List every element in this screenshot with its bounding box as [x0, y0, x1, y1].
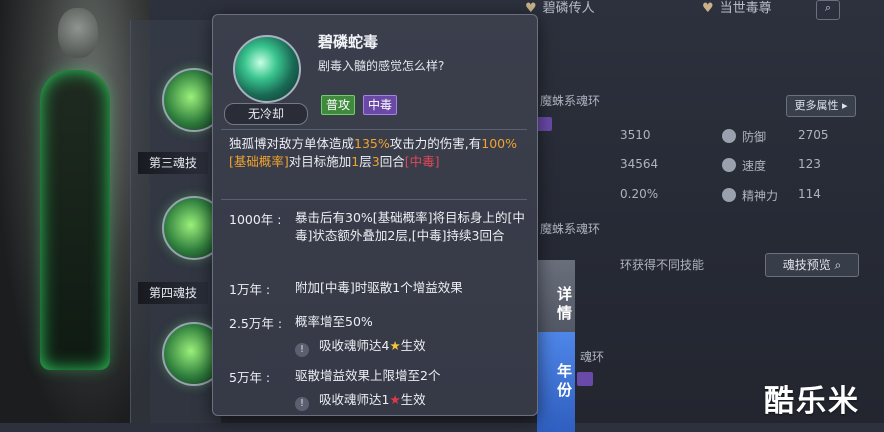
tier-content-25000: 概率增至50% [295, 314, 373, 329]
desc-text: 回合 [379, 154, 405, 169]
soul-ring-line-1: 魔蛛系魂环 [540, 94, 601, 108]
condition-suffix: 生效 [400, 392, 426, 407]
condition-text: 吸收魂师达1 [319, 392, 390, 407]
desc-value: [基础概率] [229, 154, 289, 169]
more-attributes-label: 更多属性 [794, 99, 839, 112]
skill-preview-button[interactable]: 魂技预览 ⌕ [765, 253, 859, 277]
tier-content-10000: 附加[中毒]时驱散1个增益效果 [295, 280, 463, 295]
tier-content-50000: 驱散增益效果上限增至2个 [295, 368, 441, 383]
poison-tag [536, 117, 552, 131]
desc-text: 对目标施加 [288, 154, 352, 169]
hero-head [58, 8, 98, 58]
desc-text: 层 [359, 154, 372, 169]
skill-icon [233, 35, 301, 103]
stat-partial-2: 34564 [620, 157, 659, 171]
stat-defense-value: 2705 [798, 128, 829, 142]
soul-ring-line-2: 魔蛛系魂环 [540, 222, 601, 236]
stat-partial-3: 0.20% [620, 187, 659, 201]
speed-icon [722, 158, 736, 172]
skill-slot-label-4: 第四魂技 [138, 282, 208, 304]
poison-tag [577, 372, 593, 386]
skill-tooltip: 无冷却 碧磷蛇毒 剧毒入髓的感觉怎么样? 普攻 中毒 独孤博对敌方单体造成135… [212, 14, 538, 416]
desc-text: 独孤博对敌方单体造成 [229, 136, 355, 151]
spirit-icon [722, 188, 736, 202]
desc-text: 攻击力的伤害,有 [389, 136, 482, 151]
divider [221, 129, 527, 130]
stat-spirit-value: 114 [798, 187, 821, 201]
star-icon: ★ [389, 392, 401, 407]
stat-defense-name: 防御 [742, 130, 767, 144]
condition-text: 吸收魂师达4 [319, 338, 390, 353]
tier-content-1000: 暴击后有30%[基础概率]将目标身上的[中毒]状态额外叠加2层,[中毒]持续3回… [295, 210, 525, 243]
year-button[interactable]: 年份 [537, 332, 575, 432]
skill-preview-label: 魂技预览 [782, 258, 831, 272]
desc-value: 135% [354, 136, 390, 151]
star-icon: ★ [389, 338, 401, 353]
stat-spirit-name: 精神力 [742, 189, 779, 203]
tag-basic-attack: 普攻 [321, 95, 356, 115]
heart-icon: ♥ [702, 1, 714, 16]
stat-speed: 速度 [722, 157, 766, 174]
watermark-logo: 酷乐米 [764, 384, 860, 419]
stat-partial-1: 3510 [620, 128, 651, 142]
condition-suffix: 生效 [400, 338, 426, 353]
stat-speed-value: 123 [798, 157, 821, 171]
desc-value: 3 [371, 154, 380, 169]
tab-1-label: 碧磷传人 [542, 1, 595, 16]
hero-armor [40, 70, 110, 370]
desc-value: [中毒] [404, 154, 440, 169]
info-icon: ! [295, 397, 309, 411]
tier-condition-25000: ! 吸收魂师达4★生效 [295, 335, 426, 357]
skill-slot-label-3: 第三魂技 [138, 152, 208, 174]
stat-defense: 防御 [722, 128, 766, 145]
tab-2-label: 当世毒尊 [719, 1, 772, 16]
tier-year-25000: 2.5万年 : [229, 316, 283, 331]
skill-description: 独孤博对敌方单体造成135%攻击力的伤害,有100%[基础概率]对目标施加1层3… [229, 135, 525, 171]
divider [221, 199, 527, 200]
search-icon[interactable]: ⌕ [816, 0, 840, 20]
shield-icon [722, 129, 736, 143]
tier-year-10000: 1万年 : [229, 282, 271, 297]
tier-year-50000: 5万年 : [229, 370, 271, 385]
cooldown-label: 无冷却 [224, 103, 308, 125]
stat-spirit: 精神力 [722, 187, 778, 204]
stat-speed-name: 速度 [742, 159, 767, 173]
soul-ring-line-3: 魂环 [580, 350, 605, 364]
skill-name: 碧磷蛇毒 [318, 33, 379, 51]
skill-subtitle: 剧毒入髓的感觉怎么样? [318, 59, 445, 73]
tab-2[interactable]: ♥ 当世毒尊 [702, 0, 772, 20]
search-icon: ⌕ [834, 258, 842, 272]
tier-year-1000: 1000年 : [229, 212, 282, 227]
hero-portrait [0, 0, 150, 423]
tier-condition-50000: ! 吸收魂师达1★生效 [295, 389, 426, 411]
desc-value: 100% [481, 136, 517, 151]
tag-poison: 中毒 [363, 95, 398, 115]
info-icon: ! [295, 343, 309, 357]
partial-hint: 环获得不同技能 [620, 258, 705, 272]
more-attributes-button[interactable]: 更多属性 ▸ [786, 95, 856, 117]
